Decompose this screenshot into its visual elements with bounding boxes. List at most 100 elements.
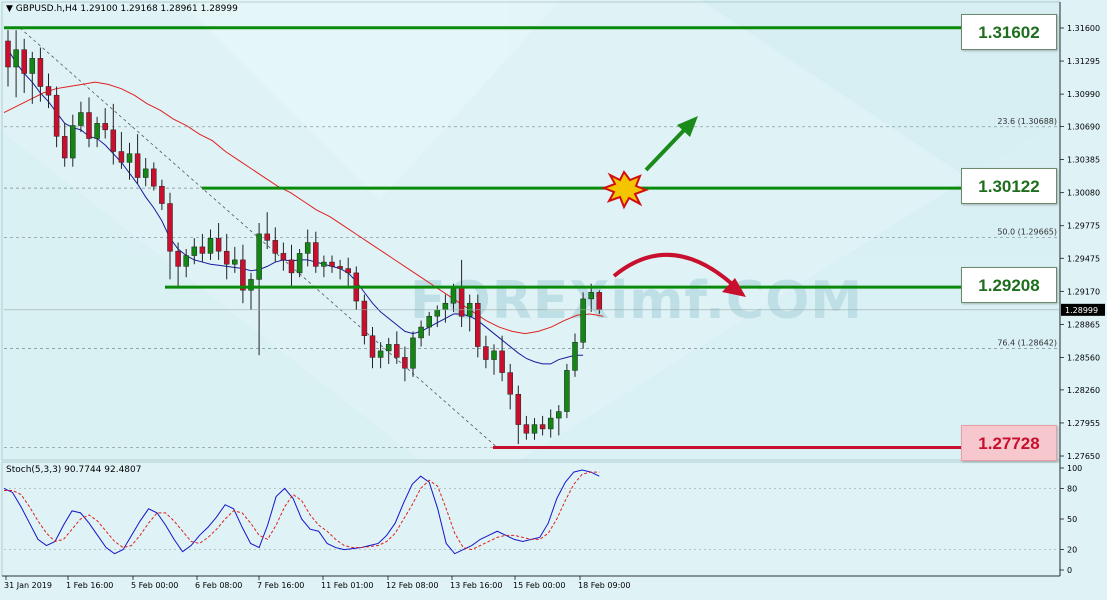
candle-body xyxy=(29,58,36,74)
candle-body xyxy=(102,123,108,131)
stoch-tick-label: 80 xyxy=(1067,484,1077,493)
candle-body xyxy=(86,112,92,139)
candle-body xyxy=(232,259,238,265)
candle-body xyxy=(385,344,392,352)
candle-body xyxy=(556,411,562,419)
candle-body xyxy=(434,309,441,317)
time-tick-label: 5 Feb 00:00 xyxy=(131,581,178,590)
candle-body xyxy=(507,372,513,395)
candle-body xyxy=(588,292,594,300)
candle-body xyxy=(321,261,327,267)
price-tick-label: 1.27955 xyxy=(1067,419,1100,428)
candle-body xyxy=(418,326,424,339)
candle-body xyxy=(377,350,384,358)
candle-body xyxy=(564,370,570,412)
candle-body xyxy=(515,393,522,425)
price-tick-label: 1.29475 xyxy=(1067,254,1100,263)
candle-body xyxy=(547,417,554,430)
candle-body xyxy=(264,233,270,241)
price-tick-label: 1.29170 xyxy=(1067,287,1100,296)
time-tick-label: 6 Feb 08:00 xyxy=(195,581,242,590)
candle-body xyxy=(491,350,497,360)
time-tick-label: 12 Feb 08:00 xyxy=(386,581,438,590)
candle-body xyxy=(313,242,319,267)
price-tick-label: 1.30990 xyxy=(1067,90,1100,99)
stoch-tick-label: 100 xyxy=(1067,464,1082,473)
candle-body xyxy=(207,237,214,254)
candle-body xyxy=(450,287,457,304)
time-tick-label: 13 Feb 16:00 xyxy=(450,581,502,590)
candle-body xyxy=(70,125,76,159)
candle-body xyxy=(175,250,181,267)
price-chart[interactable]: FOREXimf.COM 23.6 (1.30688)50.0 (1.29665… xyxy=(0,0,1107,598)
candle-body xyxy=(572,341,578,371)
candle-body xyxy=(394,344,400,358)
price-tick-label: 1.30690 xyxy=(1067,123,1100,132)
candle-body xyxy=(345,268,351,274)
candle-body xyxy=(337,266,343,269)
candle-body xyxy=(369,335,376,358)
candle-body xyxy=(37,58,44,87)
stoch-indicator-label: Stoch(5,3,3) 90.7744 92.4807 xyxy=(6,465,142,475)
candle-body xyxy=(402,357,408,369)
candle-body xyxy=(61,136,68,159)
candle-body xyxy=(53,94,60,137)
candle-body xyxy=(215,237,222,252)
candle-body xyxy=(531,424,538,434)
price-tick-label: 1.31600 xyxy=(1067,24,1100,33)
price-tick-label: 1.28560 xyxy=(1067,353,1100,362)
symbol-info: ▼ GBPUSD.h,H4 1.29100 1.29168 1.28961 1.… xyxy=(6,4,238,14)
candle-body xyxy=(167,203,173,252)
candle-body xyxy=(5,40,11,68)
stoch-tick-label: 0 xyxy=(1067,566,1072,575)
candle-body xyxy=(410,337,416,369)
time-tick-label: 31 Jan 2019 xyxy=(4,581,52,590)
candle-body xyxy=(240,259,246,291)
candle-body xyxy=(523,424,530,434)
candle-body xyxy=(272,240,279,254)
candle-body xyxy=(94,123,100,139)
price-tick-label: 1.27650 xyxy=(1067,452,1100,461)
candle-body xyxy=(458,287,465,317)
candle-body xyxy=(580,298,586,343)
candle-body xyxy=(118,151,125,163)
price-tick-label: 1.30385 xyxy=(1067,156,1100,165)
candle-body xyxy=(159,185,165,204)
candle-body xyxy=(134,153,141,178)
time-tick-label: 1 Feb 16:00 xyxy=(66,581,113,590)
level-label-1: 1.31602 xyxy=(961,14,1057,50)
candle-body xyxy=(151,168,157,187)
price-tick-label: 1.31295 xyxy=(1067,57,1100,66)
price-tick-label: 1.28865 xyxy=(1067,320,1100,329)
candle-body xyxy=(13,49,19,68)
candle-body xyxy=(304,242,311,254)
chart-window: FOREXimf.COM 23.6 (1.30688) 50.0 (1.29665… xyxy=(0,0,1107,598)
candle-body xyxy=(499,350,505,373)
price-tick-label: 1.30080 xyxy=(1067,189,1100,198)
candle-body xyxy=(483,346,489,360)
candle-body xyxy=(596,292,603,310)
level-label-4: 1.27728 xyxy=(961,425,1057,461)
candle-body xyxy=(142,168,149,178)
candle-body xyxy=(426,315,432,328)
fib-label: 76.4 (1.28642) xyxy=(997,339,1057,348)
candle-body xyxy=(191,246,198,256)
time-tick-label: 15 Feb 00:00 xyxy=(513,581,565,590)
candle-body xyxy=(442,302,449,310)
stoch-tick-label: 50 xyxy=(1067,515,1077,524)
stoch-tick-label: 20 xyxy=(1067,546,1077,555)
level-label-3: 1.29208 xyxy=(961,267,1057,303)
time-tick-label: 11 Feb 01:00 xyxy=(321,581,373,590)
candle-body xyxy=(126,153,133,163)
candle-body xyxy=(288,259,295,274)
candle-body xyxy=(280,253,287,261)
candle-body xyxy=(183,255,189,267)
candle-body xyxy=(45,86,52,96)
chevron-down-icon[interactable]: ▼ xyxy=(6,4,13,14)
fib-label: 50.0 (1.29665) xyxy=(997,228,1057,237)
candle-body xyxy=(539,424,546,430)
time-tick-label: 7 Feb 16:00 xyxy=(257,581,304,590)
candle-body xyxy=(199,246,206,254)
candle-body xyxy=(78,112,84,126)
fib-label: 23.6 (1.30688) xyxy=(997,117,1057,126)
